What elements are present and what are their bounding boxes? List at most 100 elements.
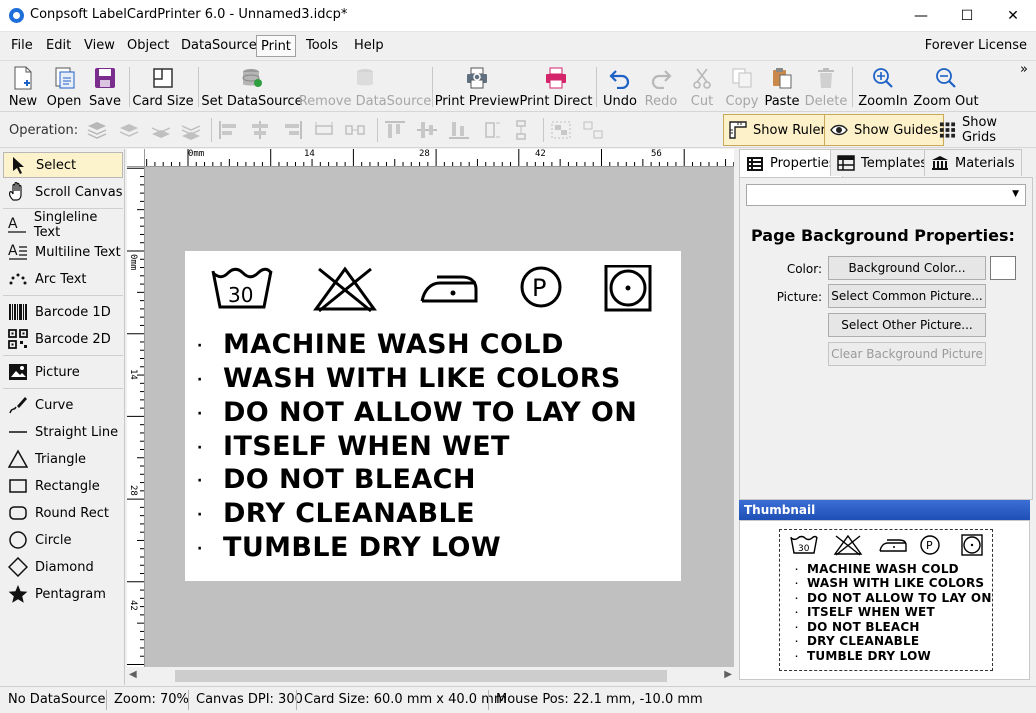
group-icon[interactable] — [550, 120, 572, 140]
delete-button[interactable]: Delete — [805, 63, 847, 111]
close-button[interactable]: ✕ — [990, 0, 1036, 32]
paste-button[interactable]: Paste — [764, 63, 800, 111]
tool-scroll-canvas[interactable]: Scroll Canvas — [3, 179, 123, 205]
label-text-line[interactable]: · TUMBLE DRY LOW — [197, 532, 501, 563]
tumble-dry-icon[interactable] — [603, 265, 653, 313]
show-grids-label: Show Grids — [961, 115, 998, 145]
tool-triangle[interactable]: Triangle — [3, 446, 123, 472]
bring-to-front-icon[interactable] — [86, 120, 108, 140]
tool-barcode-1d[interactable]: Barcode 1D — [3, 299, 123, 325]
thumbnail-text-line: · DRY CLEANABLE — [795, 634, 919, 648]
align-left-icon[interactable] — [218, 120, 240, 140]
vertical-ruler[interactable]: 0mm 14 28 42 — [127, 167, 145, 667]
scroll-right-icon[interactable]: ▶ — [724, 669, 732, 680]
print-direct-button[interactable]: Print Direct — [520, 63, 592, 111]
label-text-line[interactable]: · WASH WITH LIKE COLORS — [197, 363, 621, 394]
ungroup-icon[interactable] — [582, 120, 604, 140]
tool-diamond-label: Diamond — [35, 559, 94, 575]
menu-view[interactable]: View — [80, 35, 119, 57]
paste-icon — [769, 65, 795, 91]
tool-straight-line[interactable]: Straight Line — [3, 419, 123, 445]
label-card[interactable]: 30 P · MACHINE WASH COLD · WASH WITH LIK… — [185, 251, 681, 581]
tool-circle[interactable]: Circle — [3, 527, 123, 553]
dry-clean-p-icon[interactable]: P — [519, 265, 563, 313]
scroll-left-icon[interactable]: ◀ — [129, 669, 137, 680]
print-preview-label: Print Preview — [434, 94, 520, 109]
copy-button[interactable]: Copy — [724, 63, 760, 111]
send-to-back-icon[interactable] — [180, 120, 202, 140]
menu-object[interactable]: Object — [123, 35, 173, 57]
label-text-line[interactable]: · DO NOT BLEACH — [197, 464, 476, 495]
open-button[interactable]: Open — [46, 63, 82, 111]
menu-help[interactable]: Help — [350, 35, 388, 57]
send-backward-icon[interactable] — [150, 120, 172, 140]
select-other-picture-button[interactable]: Select Other Picture... — [828, 313, 986, 337]
do-not-bleach-icon[interactable] — [313, 265, 377, 313]
label-text-line[interactable]: · DO NOT ALLOW TO LAY ON — [197, 397, 637, 428]
show-guides-toggle[interactable]: Show Guides — [824, 114, 945, 146]
toolbar-overflow-button[interactable]: » — [1020, 62, 1028, 77]
background-color-button[interactable]: Background Color... — [828, 256, 986, 280]
tab-materials[interactable]: Materials — [924, 149, 1022, 176]
cut-button[interactable]: Cut — [688, 63, 716, 111]
align-right-icon[interactable] — [281, 120, 303, 140]
tool-round-rect[interactable]: Round Rect — [3, 500, 123, 526]
align-top-icon[interactable] — [384, 120, 406, 140]
tool-rectangle[interactable]: Rectangle — [3, 473, 123, 499]
same-height-icon[interactable] — [480, 120, 502, 140]
redo-button[interactable]: Redo — [644, 63, 678, 111]
tab-properties[interactable]: Properties — [739, 149, 843, 177]
tool-multiline-text[interactable]: A Multiline Text — [3, 239, 123, 265]
show-grids-toggle[interactable]: Show Grids — [934, 114, 1036, 146]
tool-pentagram[interactable]: Pentagram — [3, 581, 123, 607]
menu-datasource[interactable]: DataSource — [177, 35, 261, 57]
zoom-out-button[interactable]: Zoom Out — [913, 63, 979, 111]
tool-diamond[interactable]: Diamond — [3, 554, 123, 580]
wash-30-icon[interactable]: 30 — [211, 265, 273, 313]
card-size-button[interactable]: Card Size — [132, 63, 194, 111]
iron-icon[interactable] — [419, 265, 479, 313]
tool-arc-text[interactable]: Arc Text — [3, 266, 123, 292]
label-text-line[interactable]: · DRY CLEANABLE — [197, 498, 475, 529]
thumbnail-card[interactable]: 30 P · MACHINE WASH COLD · WASH WITH LIKE … — [779, 529, 993, 671]
new-button[interactable]: New — [6, 63, 40, 111]
tool-picture[interactable]: Picture — [3, 359, 123, 385]
distribute-vertical-icon[interactable] — [511, 120, 533, 140]
tool-barcode-2d[interactable]: Barcode 2D — [3, 326, 123, 352]
horizontal-ruler[interactable]: 0mm 14 28 42 56 — [145, 149, 734, 167]
select-common-picture-button[interactable]: Select Common Picture... — [828, 284, 986, 308]
menu-file[interactable]: File — [7, 35, 37, 57]
distribute-horizontal-icon[interactable] — [344, 120, 366, 140]
tool-curve[interactable]: Curve — [3, 392, 123, 418]
same-width-icon[interactable] — [313, 120, 335, 140]
bring-forward-icon[interactable] — [118, 120, 140, 140]
label-text-line[interactable]: · ITSELF WHEN WET — [197, 431, 510, 462]
label-text-line[interactable]: · MACHINE WASH COLD — [197, 329, 564, 360]
zoom-in-button[interactable]: ZoomIn — [858, 63, 908, 111]
tool-singleline-text[interactable]: A Singleline Text — [3, 210, 123, 240]
tool-separator — [3, 295, 123, 296]
scrollbar-thumb[interactable] — [175, 670, 667, 682]
object-selector-dropdown[interactable]: ▼ — [746, 184, 1026, 206]
save-button[interactable]: Save — [88, 63, 122, 111]
set-datasource-button[interactable]: Set DataSource — [201, 63, 303, 111]
align-middle-icon[interactable] — [416, 120, 438, 140]
tool-select[interactable]: Select — [3, 152, 123, 178]
open-label: Open — [46, 94, 82, 109]
menu-edit[interactable]: Edit — [42, 35, 75, 57]
maximize-button[interactable]: ☐ — [944, 0, 990, 32]
remove-datasource-button[interactable]: Remove DataSource — [299, 63, 431, 111]
design-canvas[interactable]: 30 P · MACHINE WASH COLD · WASH WITH LIK… — [145, 167, 734, 667]
show-ruler-toggle[interactable]: Show Ruler — [723, 114, 832, 146]
horizontal-scrollbar[interactable]: ◀ ▶ — [127, 667, 734, 685]
align-bottom-icon[interactable] — [448, 120, 470, 140]
tab-templates[interactable]: Templates — [830, 149, 935, 176]
align-center-icon[interactable] — [249, 120, 271, 140]
minimize-button[interactable]: — — [898, 0, 944, 32]
undo-button[interactable]: Undo — [602, 63, 638, 111]
print-preview-button[interactable]: Print Preview — [435, 63, 519, 111]
menu-tools[interactable]: Tools — [302, 35, 342, 57]
menu-print[interactable]: Print — [256, 35, 296, 57]
clear-background-picture-button[interactable]: Clear Background Picture — [828, 342, 986, 366]
color-swatch[interactable] — [990, 256, 1016, 280]
